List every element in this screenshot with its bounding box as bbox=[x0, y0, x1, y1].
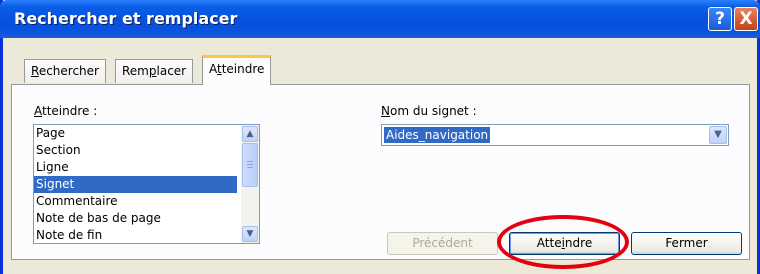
tab-atteindre-label: Atteindre bbox=[209, 62, 265, 76]
title-bar[interactable]: Rechercher et remplacer ? X bbox=[0, 0, 760, 38]
scroll-down-button[interactable]: ▼ bbox=[242, 226, 258, 242]
list-scrollbar[interactable]: ▲ ▼ bbox=[241, 125, 259, 243]
previous-button[interactable]: Précédent bbox=[387, 232, 498, 255]
arrow-up-icon: ▲ bbox=[246, 129, 254, 139]
bookmark-name-label: Nom du signet : bbox=[381, 104, 477, 118]
tab-rechercher[interactable]: Rechercher bbox=[24, 59, 106, 83]
close-button[interactable]: Fermer bbox=[631, 232, 742, 255]
goto-target-label: Atteindre : bbox=[34, 104, 98, 118]
tab-atteindre[interactable]: Atteindre bbox=[202, 55, 272, 85]
list-item[interactable]: Note de fin bbox=[34, 227, 237, 243]
help-icon: ? bbox=[715, 9, 725, 29]
list-item[interactable]: Signet bbox=[34, 176, 237, 193]
tab-remplacer[interactable]: Remplacer bbox=[115, 59, 194, 83]
arrow-down-icon: ▼ bbox=[246, 229, 254, 239]
list-item[interactable]: Ligne bbox=[34, 159, 237, 176]
bookmark-dropdown-button[interactable]: ▼ bbox=[709, 126, 727, 144]
window-title: Rechercher et remplacer bbox=[14, 9, 238, 28]
list-item[interactable]: Page bbox=[34, 125, 237, 142]
close-button-label: Fermer bbox=[665, 236, 708, 250]
scroll-up-button[interactable]: ▲ bbox=[242, 126, 258, 142]
tab-remplacer-label: Remplacer bbox=[122, 64, 187, 78]
close-window-button[interactable]: X bbox=[734, 7, 758, 31]
bookmark-name-value: Aides_navigation bbox=[384, 127, 491, 143]
chevron-down-icon: ▼ bbox=[714, 129, 722, 140]
list-item[interactable]: Note de bas de page bbox=[34, 210, 237, 227]
close-icon: X bbox=[739, 9, 753, 29]
highlight-ring bbox=[497, 215, 629, 269]
scroll-thumb[interactable] bbox=[242, 143, 258, 187]
tab-rechercher-label: Rechercher bbox=[31, 64, 99, 78]
bookmark-name-combobox[interactable]: Aides_navigation ▼ bbox=[381, 124, 729, 146]
goto-target-list[interactable]: Page Section Ligne Signet Commentaire Note de… bbox=[33, 124, 260, 244]
previous-button-label: Précédent bbox=[412, 236, 473, 250]
list-item[interactable]: Commentaire bbox=[34, 193, 237, 210]
list-item[interactable]: Section bbox=[34, 142, 237, 159]
help-button[interactable]: ? bbox=[708, 7, 732, 31]
